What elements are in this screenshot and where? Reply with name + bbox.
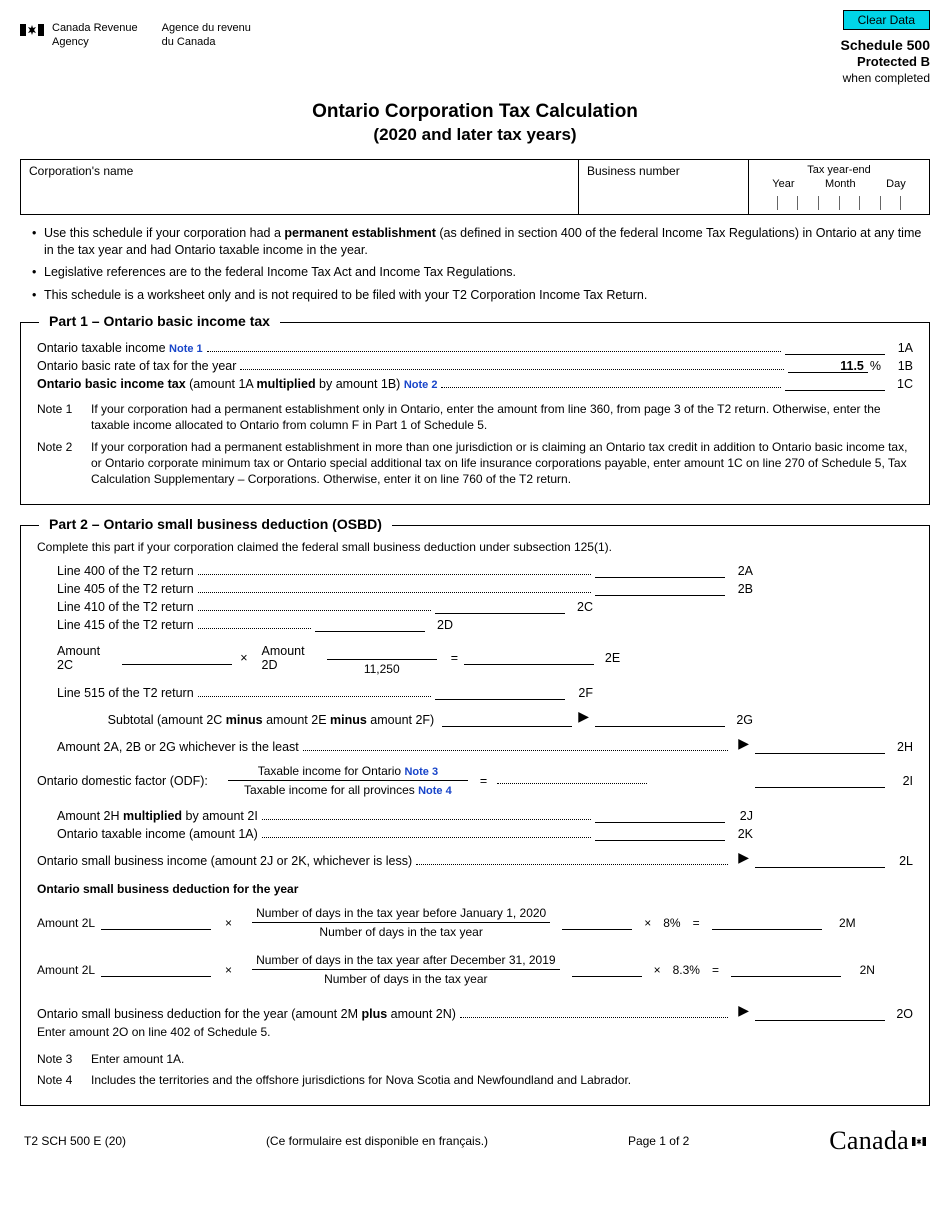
form-code: T2 SCH 500 E (20) bbox=[24, 1134, 126, 1148]
canada-wordmark: Canada bbox=[829, 1126, 926, 1156]
line-1a-field[interactable] bbox=[785, 341, 885, 355]
line-1c-field[interactable] bbox=[785, 377, 885, 391]
part-1: Part 1 – Ontario basic income tax Ontari… bbox=[20, 322, 930, 505]
note-1: Note 1If your corporation had a permanen… bbox=[37, 401, 913, 433]
line-1a-label: Ontario taxable income Note 1 bbox=[37, 341, 203, 355]
enter-2o-instruction: Enter amount 2O on line 402 of Schedule … bbox=[37, 1025, 913, 1039]
line-1b-label: Ontario basic rate of tax for the year bbox=[37, 359, 236, 373]
note-3: Note 3Enter amount 1A. bbox=[37, 1051, 913, 1067]
arrow-icon: ▶ bbox=[738, 849, 749, 866]
line-1c-label: Ontario basic income tax (amount 1A mult… bbox=[37, 377, 437, 391]
arrow-icon: ▶ bbox=[738, 735, 749, 752]
line-2f-field[interactable] bbox=[435, 686, 565, 700]
frac1-field[interactable] bbox=[562, 916, 632, 930]
when-completed: when completed bbox=[841, 71, 931, 87]
schedule-number: Schedule 500 bbox=[841, 36, 931, 54]
french-notice: (Ce formulaire est disponible en françai… bbox=[266, 1134, 488, 1148]
page-title: Ontario Corporation Tax Calculation bbox=[20, 101, 930, 123]
amount-2l-m-field[interactable] bbox=[101, 916, 211, 930]
business-number-field[interactable]: Business number bbox=[579, 160, 749, 214]
canada-flag-icon bbox=[20, 24, 44, 36]
clear-data-button[interactable]: Clear Data bbox=[843, 10, 930, 30]
line-2e-field[interactable] bbox=[464, 651, 594, 665]
line-2n-field[interactable] bbox=[731, 963, 841, 977]
line-2l-field[interactable] bbox=[755, 854, 885, 868]
identification-box: Corporation's name Business number Tax y… bbox=[20, 159, 930, 215]
line-2k-field[interactable] bbox=[595, 827, 725, 841]
header: Canada RevenueAgency Agence du revenudu … bbox=[20, 22, 930, 87]
tax-year-end-field[interactable]: Tax year-end YearMonthDay bbox=[749, 160, 929, 214]
part-2-intro: Complete this part if your corporation c… bbox=[37, 540, 913, 554]
protected-label: Protected B bbox=[841, 54, 931, 71]
line-2h-field[interactable] bbox=[755, 740, 885, 754]
arrow-icon: ▶ bbox=[578, 708, 589, 725]
note-4: Note 4Includes the territories and the o… bbox=[37, 1072, 913, 1088]
agency-name-en: Canada RevenueAgency bbox=[52, 22, 138, 50]
footer: T2 SCH 500 E (20) (Ce formulaire est dis… bbox=[20, 1126, 930, 1156]
line-1b-rate: 11.5 bbox=[788, 359, 868, 373]
corp-name-field[interactable]: Corporation's name bbox=[21, 160, 579, 214]
agency-name-fr: Agence du revenudu Canada bbox=[162, 22, 251, 50]
part-2: Part 2 – Ontario small business deductio… bbox=[20, 525, 930, 1106]
line-2i-field[interactable] bbox=[755, 774, 885, 788]
line-2c-field[interactable] bbox=[435, 600, 565, 614]
amount-2d-field[interactable] bbox=[332, 640, 432, 654]
canada-flag-icon bbox=[912, 1137, 926, 1146]
frac2-field[interactable] bbox=[572, 963, 642, 977]
line-2a-field[interactable] bbox=[595, 564, 725, 578]
line-2b-field[interactable] bbox=[595, 582, 725, 596]
page-subtitle: (2020 and later tax years) bbox=[20, 125, 930, 145]
page-number: Page 1 of 2 bbox=[628, 1134, 689, 1148]
amount-2l-n-field[interactable] bbox=[101, 963, 211, 977]
instruction-bullets: Use this schedule if your corporation ha… bbox=[32, 225, 930, 305]
line-2j-field[interactable] bbox=[595, 809, 725, 823]
line-2o-field[interactable] bbox=[755, 1007, 885, 1021]
arrow-icon: ▶ bbox=[738, 1002, 749, 1019]
subtotal-2g-left[interactable] bbox=[442, 713, 572, 727]
line-2m-field[interactable] bbox=[712, 916, 822, 930]
part-2-title: Part 2 – Ontario small business deductio… bbox=[39, 516, 392, 532]
line-2d-field[interactable] bbox=[315, 618, 425, 632]
amount-2c-field[interactable] bbox=[122, 651, 232, 665]
note-2: Note 2If your corporation had a permanen… bbox=[37, 439, 913, 488]
osbd-heading: Ontario small business deduction for the… bbox=[37, 882, 913, 896]
line-2g-field[interactable] bbox=[595, 713, 725, 727]
part-1-title: Part 1 – Ontario basic income tax bbox=[39, 313, 280, 329]
